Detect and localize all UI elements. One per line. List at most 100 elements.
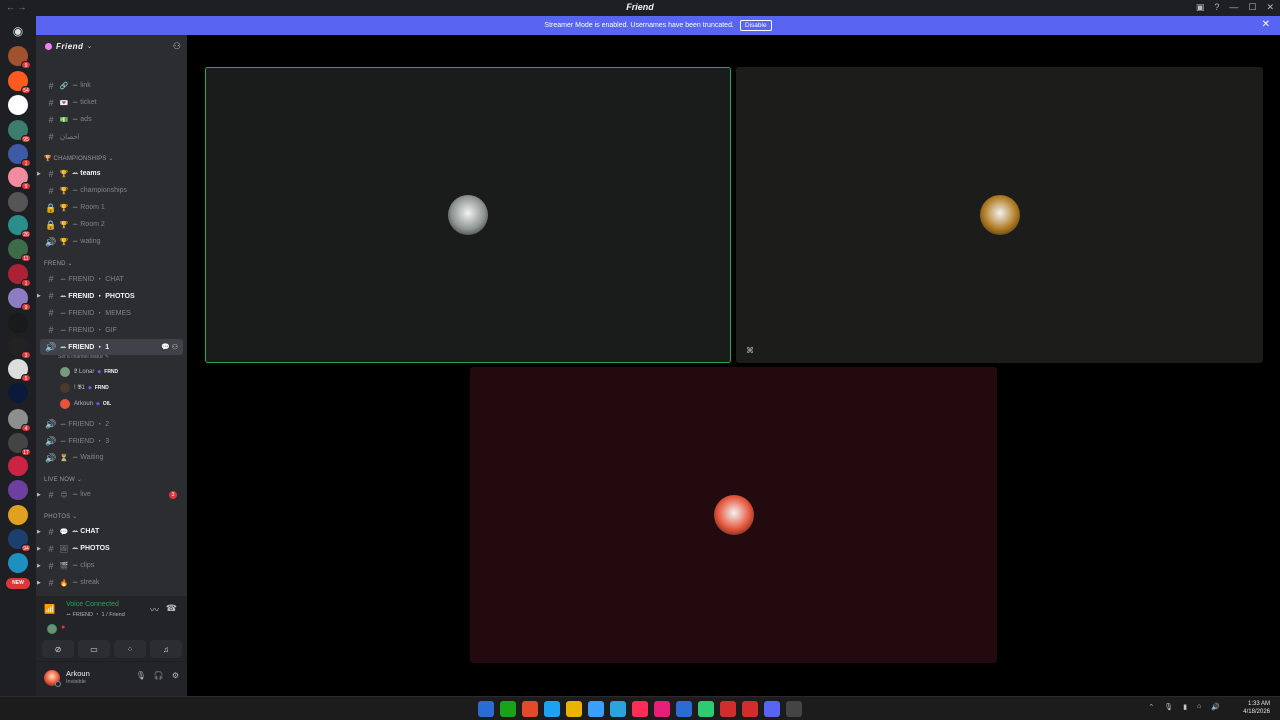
server-icon[interactable]: 5 — [8, 359, 31, 382]
server-icon[interactable] — [8, 313, 28, 333]
server-icon[interactable]: 9 — [8, 167, 31, 190]
maximize-button[interactable]: ☐ — [1248, 2, 1256, 13]
taskbar-app-icon[interactable] — [654, 701, 670, 717]
server-icon[interactable] — [8, 192, 28, 212]
server-icon[interactable]: 3 — [8, 336, 31, 359]
inbox-icon[interactable]: ▣ — [1196, 2, 1205, 13]
activities-icon[interactable]: ⁘ — [114, 640, 146, 658]
voice-user[interactable]: 𝕷 Lonar ◆ FRND — [60, 365, 118, 379]
channel-item[interactable]: ▶ # 🖼 ꕀ PHOTOS — [37, 541, 183, 557]
channel-item[interactable]: ▶ # ꕀ FRENID ・ PHOTOS — [37, 288, 183, 304]
server-icon[interactable]: 4 — [8, 409, 31, 432]
channel-actions-icon[interactable]: 💬 ⚇ — [161, 343, 178, 351]
camera-off-icon[interactable]: ⊘ — [42, 640, 74, 658]
taskbar-app-icon[interactable] — [610, 701, 626, 717]
expand-arrow-icon[interactable]: ▶ — [37, 546, 41, 552]
battery-icon[interactable]: ▮ — [1183, 703, 1187, 711]
channel-item[interactable]: ▶ # 🎬 ꕀ clips — [37, 558, 183, 574]
taskbar-app-icon[interactable] — [764, 701, 780, 717]
voice-user[interactable]: ! 𝕭1 ◆ FRND — [60, 381, 109, 395]
noise-suppression-icon[interactable]: 〰 — [150, 603, 159, 616]
help-icon[interactable]: ? — [1214, 2, 1219, 13]
disconnect-icon[interactable]: ☎ — [166, 603, 177, 614]
server-icon[interactable]: 1 — [8, 144, 31, 167]
channel-item[interactable]: ▶ # 🔥 ꕀ streak — [37, 575, 183, 591]
expand-arrow-icon[interactable]: ▶ — [37, 293, 41, 299]
channel-item[interactable]: # 💌 ꕀ ticket — [40, 95, 183, 111]
taskbar-app-icon[interactable] — [676, 701, 692, 717]
volume-icon[interactable]: 🔊 — [1211, 703, 1220, 711]
close-banner-icon[interactable]: ✕ — [1262, 19, 1270, 30]
server-icon[interactable]: 17 — [8, 433, 31, 456]
voice-channel-link[interactable]: ꕀ FRIEND ・ 1 / Friend — [66, 610, 125, 619]
server-icon[interactable]: 1 — [8, 264, 31, 287]
invite-people-icon[interactable]: ⚇ — [173, 41, 181, 52]
microphone-icon[interactable]: 🎙 — [1164, 703, 1173, 711]
server-icon[interactable]: 54 — [8, 71, 31, 94]
network-icon[interactable]: ⌂ — [1197, 703, 1201, 711]
discord-home-icon[interactable]: ◉ — [8, 21, 28, 41]
server-icon[interactable] — [8, 553, 28, 573]
screen-share-icon[interactable]: ▭ — [78, 640, 110, 658]
server-icon[interactable]: 9 — [8, 46, 31, 69]
headphones-icon[interactable]: 🎧 — [154, 671, 164, 680]
category-frend[interactable]: FREND ⌄ — [44, 260, 73, 267]
channel-item[interactable]: ▶ # 🏆 ꕀ teams — [37, 166, 183, 182]
channel-item[interactable]: 🔊 ⏳ ꕀ Waiting — [40, 450, 183, 466]
taskbar-app-icon[interactable] — [632, 701, 648, 717]
channel-item[interactable]: # ꕀ FRENID ・ MEMES — [40, 305, 183, 321]
channel-item[interactable]: ▶ # 💬 ꕀ CHAT — [37, 524, 183, 540]
channel-item[interactable]: 🔊 ꕀ FRIEND ・ 2 — [40, 416, 183, 432]
server-icon[interactable] — [8, 383, 28, 403]
expand-arrow-icon[interactable]: ▶ — [37, 563, 41, 569]
server-icon[interactable] — [8, 456, 28, 476]
clock[interactable]: 1:33 AM 4/18/2026 — [1243, 700, 1270, 716]
participant-tile[interactable] — [205, 67, 731, 363]
channel-item[interactable]: # 🏆 ꕀ championships — [40, 183, 183, 199]
server-icon[interactable]: 94 — [8, 529, 31, 552]
minimize-button[interactable]: — — [1229, 2, 1238, 13]
participant-avatar[interactable] — [47, 624, 57, 634]
server-icon[interactable] — [8, 95, 28, 115]
server-icon[interactable]: 26 — [8, 215, 31, 238]
participant-tile[interactable] — [470, 367, 997, 663]
category-championships[interactable]: 🏆 championships ⌄ — [44, 155, 114, 162]
settings-gear-icon[interactable]: ⚙ — [172, 671, 179, 680]
channel-item[interactable]: 🔒 🏆 ꕀ Room 1 — [40, 200, 183, 216]
taskbar-app-icon[interactable] — [786, 701, 802, 717]
participant-avatar[interactable]: ● — [61, 624, 70, 633]
disable-streamer-mode-button[interactable]: Disable — [739, 20, 772, 31]
voice-user[interactable]: Arkoun ◆ OIL — [60, 397, 111, 411]
taskbar-app-icon[interactable] — [742, 701, 758, 717]
soundboard-icon[interactable]: ♫ — [150, 640, 182, 658]
channel-item[interactable]: # ꕀ FRENID ・ CHAT — [40, 271, 183, 287]
server-icon[interactable] — [8, 480, 28, 500]
username[interactable]: Arkoun — [66, 669, 90, 678]
server-icon[interactable]: 11 — [8, 239, 31, 262]
taskbar-app-icon[interactable] — [720, 701, 736, 717]
server-icon[interactable]: 95 — [8, 120, 31, 143]
participant-tile[interactable]: ⌘ — [736, 67, 1263, 363]
channel-item[interactable]: 🔊 ꕀ FRIEND ・ 3 — [40, 433, 183, 449]
taskbar-app-icon[interactable] — [544, 701, 560, 717]
category-photos[interactable]: PHOTOS ⌄ — [44, 513, 78, 520]
guild-header[interactable]: Friend ⌄ ⚇ — [36, 35, 187, 57]
expand-arrow-icon[interactable]: ▶ — [37, 492, 41, 498]
channel-item[interactable]: # 🔗 ꕀ link — [40, 78, 183, 94]
taskbar-app-icon[interactable] — [698, 701, 714, 717]
expand-arrow-icon[interactable]: ▶ — [37, 580, 41, 586]
close-window-button[interactable]: ✕ — [1266, 2, 1274, 13]
microphone-icon[interactable]: 🎙 — [136, 671, 146, 680]
server-icon[interactable] — [8, 505, 28, 525]
chevron-up-icon[interactable]: ⌃ — [1148, 703, 1154, 711]
channel-item[interactable]: # احصان — [40, 129, 183, 145]
taskbar-app-icon[interactable] — [500, 701, 516, 717]
channel-item[interactable]: # ꕀ FRENID ・ GIF — [40, 322, 183, 338]
channel-item[interactable]: 🔒 🏆 ꕀ Room 2 — [40, 217, 183, 233]
channel-item[interactable]: ▶ # 😊 ꕀ live 3 — [37, 487, 183, 503]
channel-item[interactable]: 🔊 ꕀ FRIEND ・ 1 💬 ⚇ — [40, 339, 183, 355]
channel-item[interactable]: 🔊 🏆 ꕀ wating — [40, 234, 183, 250]
channel-item[interactable]: # 💵 ꕀ ads — [40, 112, 183, 128]
taskbar-app-icon[interactable] — [588, 701, 604, 717]
expand-arrow-icon[interactable]: ▶ — [37, 171, 41, 177]
